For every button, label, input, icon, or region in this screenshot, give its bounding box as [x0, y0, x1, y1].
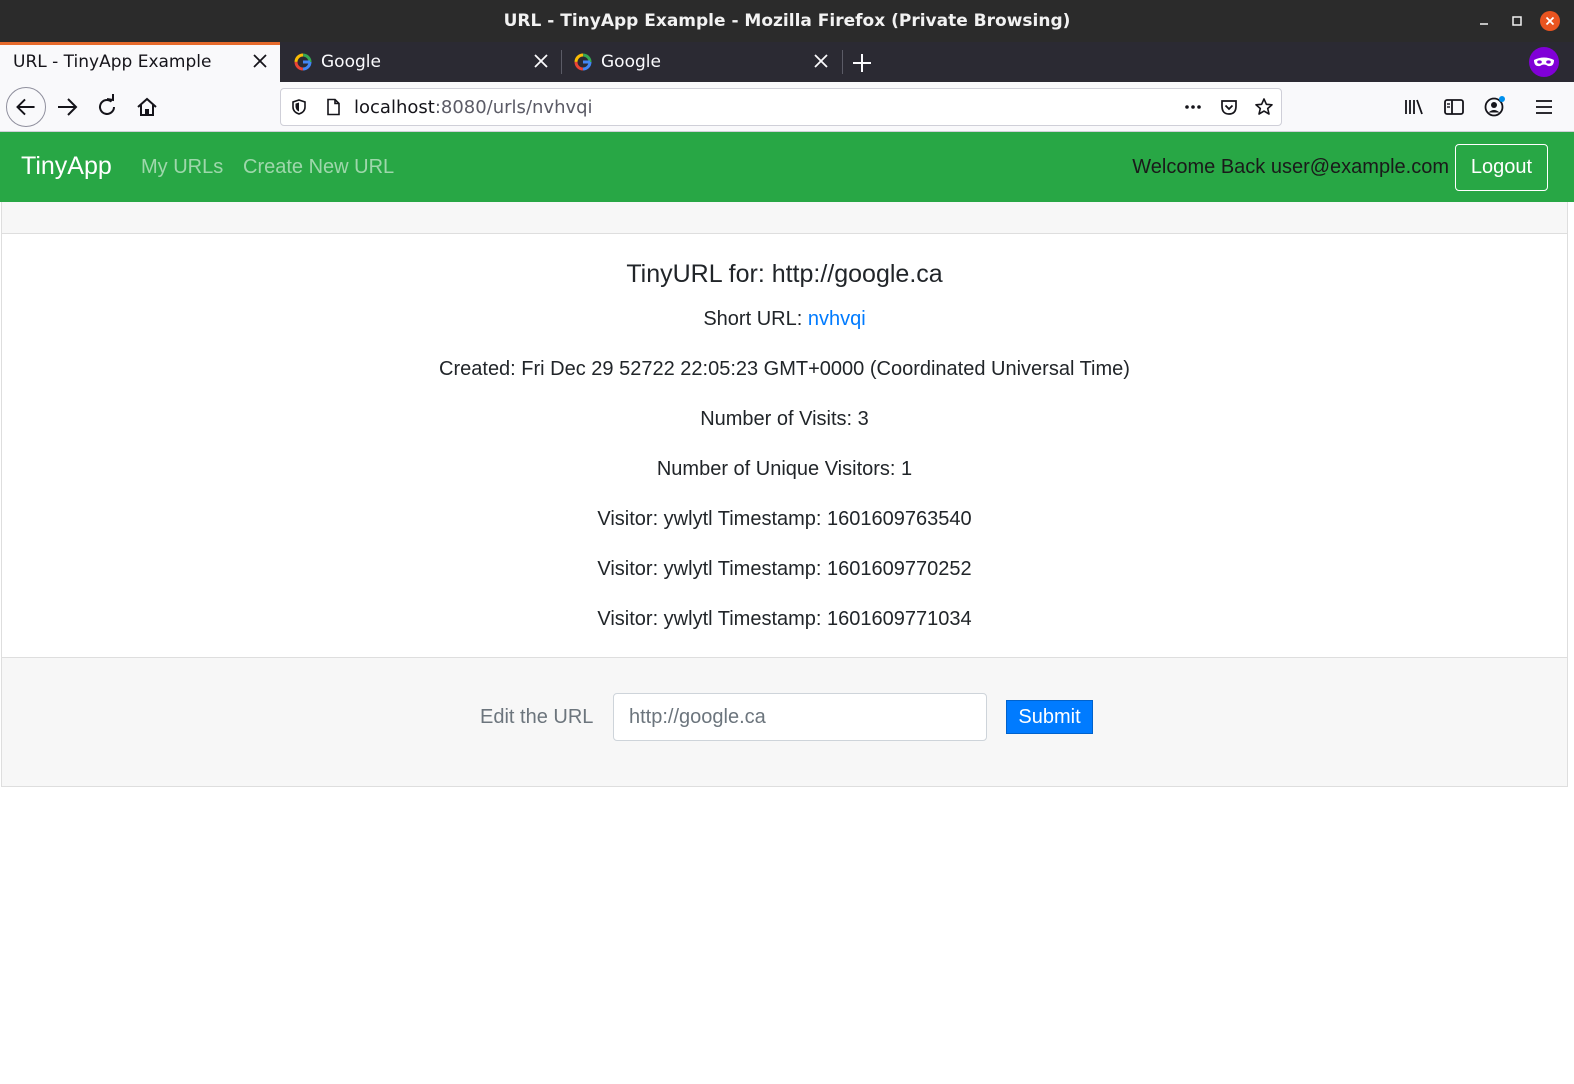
unique-visitor-count: Number of Unique Visitors: 1 — [656, 458, 913, 480]
tab-tinyapp[interactable]: URL - TinyApp Example — [0, 42, 280, 82]
reload-icon[interactable] — [87, 87, 127, 127]
tab-label: URL - TinyApp Example — [13, 52, 212, 72]
logout-button[interactable]: Logout — [1455, 144, 1548, 191]
google-icon — [574, 53, 592, 71]
hamburger-menu-icon[interactable] — [1532, 95, 1556, 119]
close-icon[interactable] — [252, 53, 268, 69]
url-text[interactable]: localhost:8080/urls/nvhvqi — [354, 97, 593, 118]
window-titlebar: URL - TinyApp Example - Mozilla Firefox … — [0, 0, 1574, 42]
back-arrow-icon[interactable] — [6, 87, 46, 127]
nav-link-create-new-url[interactable]: Create New URL — [243, 156, 394, 179]
nav-link-my-urls[interactable]: My URLs — [141, 156, 223, 179]
edit-url-label: Edit the URL — [480, 706, 594, 728]
maximize-icon[interactable] — [1507, 11, 1527, 31]
new-tab-plus-icon[interactable] — [849, 50, 875, 76]
edit-url-input[interactable] — [613, 693, 987, 741]
more-actions-icon[interactable] — [1183, 97, 1203, 117]
tab-strip: URL - TinyApp Example Google Google — [0, 42, 1574, 82]
card-title: TinyURL for: http://google.ca — [626, 260, 943, 288]
account-icon[interactable] — [1482, 95, 1506, 119]
private-browsing-mask-icon — [1529, 47, 1559, 77]
url-card: TinyURL for: http://google.ca Short URL:… — [1, 202, 1568, 787]
welcome-message: Welcome Back user@example.com — [1132, 156, 1449, 178]
tab-separator — [842, 50, 843, 74]
tab-label: Google — [601, 52, 661, 72]
page-info-icon[interactable] — [323, 97, 343, 117]
visitor-log-entry: Visitor: ywlytl Timestamp: 1601609771034 — [597, 608, 972, 630]
created-date: Created: Fri Dec 29 52722 22:05:23 GMT+0… — [439, 358, 1130, 380]
window-close-icon[interactable] — [1540, 11, 1560, 31]
short-url-line: Short URL: nvhvqi — [2, 308, 1567, 331]
google-icon — [294, 53, 312, 71]
page-content: TinyApp My URLs Create New URL Welcome B… — [0, 132, 1574, 1084]
edit-url-form: Edit the URL Submit — [2, 657, 1567, 786]
card-header — [2, 202, 1567, 234]
navigation-toolbar: localhost:8080/urls/nvhvqi — [0, 82, 1574, 132]
close-icon[interactable] — [813, 53, 829, 69]
short-url-link[interactable]: nvhvqi — [808, 308, 866, 330]
brand-link[interactable]: TinyApp — [21, 152, 112, 181]
tab-google-2[interactable]: Google — [561, 42, 841, 82]
visit-count: Number of Visits: 3 — [700, 408, 869, 430]
url-host: localhost — [354, 97, 435, 118]
pocket-icon[interactable] — [1219, 97, 1239, 117]
minimize-icon[interactable] — [1474, 11, 1494, 31]
app-navbar: TinyApp My URLs Create New URL Welcome B… — [0, 132, 1574, 202]
bookmark-star-icon[interactable] — [1254, 97, 1274, 117]
tab-label: Google — [321, 52, 381, 72]
forward-arrow-icon[interactable] — [47, 87, 87, 127]
address-bar[interactable]: localhost:8080/urls/nvhvqi — [280, 88, 1282, 126]
submit-button[interactable]: Submit — [1006, 700, 1093, 734]
visitor-log-entry: Visitor: ywlytl Timestamp: 1601609763540 — [597, 508, 972, 530]
library-icon[interactable] — [1402, 95, 1426, 119]
tracking-shield-icon[interactable] — [289, 97, 309, 117]
short-url-label: Short URL: — [703, 308, 808, 330]
tab-google-1[interactable]: Google — [281, 42, 561, 82]
url-path: :8080/urls/nvhvqi — [434, 97, 593, 118]
sidebar-toggle-icon[interactable] — [1442, 95, 1466, 119]
visitor-log-entry: Visitor: ywlytl Timestamp: 1601609770252 — [597, 558, 972, 580]
window-title: URL - TinyApp Example - Mozilla Firefox … — [503, 11, 1071, 31]
home-icon[interactable] — [127, 87, 167, 127]
close-icon[interactable] — [533, 53, 549, 69]
